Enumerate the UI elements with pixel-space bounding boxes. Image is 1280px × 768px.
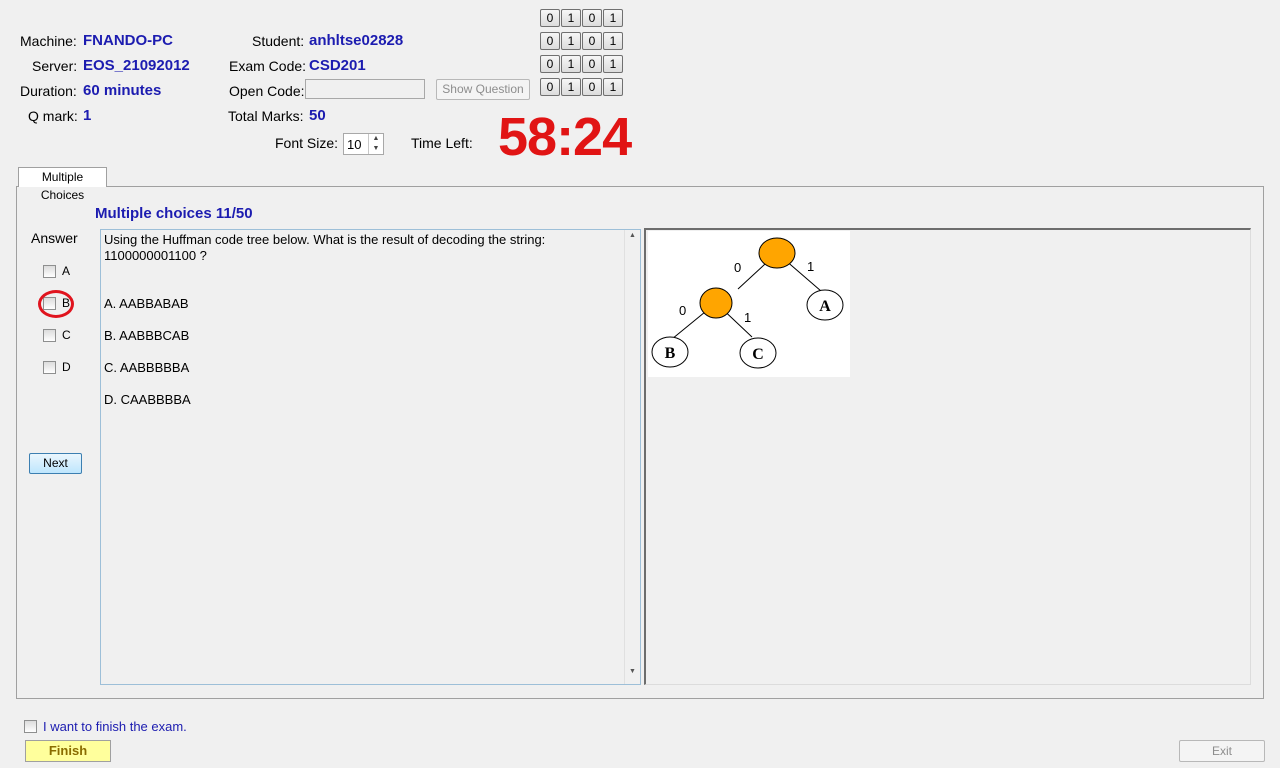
time-left-label: Time Left: <box>411 135 473 151</box>
exam-code-value: CSD201 <box>309 57 366 74</box>
finish-exam-row[interactable]: I want to finish the exam. <box>24 719 187 734</box>
edge-label: 0 <box>679 303 686 318</box>
bit-row-1: 0 1 0 1 <box>540 9 623 27</box>
font-size-label: Font Size: <box>275 135 339 151</box>
duration-value: 60 minutes <box>83 82 162 99</box>
student-value: anhltse02828 <box>309 32 404 49</box>
open-code-label: Open Code: <box>229 83 305 99</box>
student-label: Student: <box>252 33 305 49</box>
question-title: Multiple choices 11/50 <box>95 205 253 222</box>
red-circle-annotation <box>38 290 74 318</box>
bit-button[interactable]: 0 <box>582 32 602 50</box>
edge-label: 0 <box>734 260 741 275</box>
chevron-down-icon[interactable]: ▼ <box>369 144 383 154</box>
bit-button[interactable]: 0 <box>582 78 602 96</box>
answer-option-c[interactable]: C <box>43 328 71 342</box>
checkbox[interactable] <box>43 328 56 342</box>
edge-label: 1 <box>807 259 814 274</box>
time-left-timer: 58:24 <box>498 107 632 167</box>
tab-multiple-choices[interactable]: Multiple Choices <box>18 167 107 202</box>
finish-button[interactable]: Finish <box>25 740 111 762</box>
leaf-label: A <box>819 298 831 315</box>
answer-label: Answer <box>31 230 78 246</box>
tree-root-node <box>758 237 796 269</box>
total-marks-label: Total Marks: <box>228 108 304 124</box>
question-option-b: B. AABBBCAB <box>104 328 190 343</box>
question-text-box[interactable]: Using the Huffman code tree below. What … <box>100 229 641 685</box>
font-size-value: 10 <box>347 137 362 152</box>
answer-option-label: C <box>62 328 71 342</box>
leaf-label: C <box>752 346 764 363</box>
bit-button[interactable]: 1 <box>561 78 581 96</box>
bit-button[interactable]: 0 <box>540 55 560 73</box>
bit-button[interactable]: 1 <box>561 55 581 73</box>
exam-code-label: Exam Code: <box>229 58 307 74</box>
bit-button[interactable]: 0 <box>540 9 560 27</box>
question-text: Using the Huffman code tree below. What … <box>104 232 604 264</box>
bit-button[interactable]: 1 <box>561 32 581 50</box>
answer-option-d[interactable]: D <box>43 360 71 374</box>
total-marks-value: 50 <box>309 107 326 124</box>
vertical-scrollbar[interactable]: ▲ ▼ <box>624 230 640 684</box>
question-text-line-1: Using the Huffman code tree below. What … <box>104 232 546 247</box>
bit-row-4: 0 1 0 1 <box>540 78 623 96</box>
bit-row-2: 0 1 0 1 <box>540 32 623 50</box>
tree-internal-node <box>699 287 733 319</box>
open-code-input[interactable] <box>305 79 425 99</box>
answer-option-label: D <box>62 360 71 374</box>
exit-button[interactable]: Exit <box>1179 740 1265 762</box>
server-label: Server: <box>32 58 78 74</box>
machine-label: Machine: <box>20 33 77 49</box>
font-size-stepper[interactable]: 10 ▲ ▼ <box>343 133 384 155</box>
checkbox[interactable] <box>43 360 56 374</box>
bit-button[interactable]: 1 <box>561 9 581 27</box>
bit-button[interactable]: 1 <box>603 9 623 27</box>
scroll-down-icon[interactable]: ▼ <box>625 668 640 682</box>
duration-label: Duration: <box>20 83 77 99</box>
bit-button[interactable]: 1 <box>603 32 623 50</box>
checkbox[interactable] <box>43 264 56 278</box>
bit-button[interactable]: 1 <box>603 55 623 73</box>
bit-button[interactable]: 0 <box>582 55 602 73</box>
answer-option-a[interactable]: A <box>43 264 70 278</box>
bit-button[interactable]: 0 <box>540 78 560 96</box>
question-option-a: A. AABBABAB <box>104 296 189 311</box>
question-text-line-2: 1100000001100 ? <box>104 248 207 263</box>
qmark-value: 1 <box>83 107 92 124</box>
question-image-box: 0 1 0 1 A B C <box>644 228 1251 685</box>
finish-exam-checkbox[interactable] <box>24 720 37 733</box>
bit-row-3: 0 1 0 1 <box>540 55 623 73</box>
server-value: EOS_21092012 <box>83 57 190 74</box>
show-question-button[interactable]: Show Question <box>436 79 530 100</box>
bit-button[interactable]: 0 <box>540 32 560 50</box>
edge-label: 1 <box>744 310 751 325</box>
huffman-tree-diagram: 0 1 0 1 A B C <box>648 231 850 377</box>
leaf-label: B <box>665 345 676 362</box>
next-button[interactable]: Next <box>29 453 82 474</box>
bit-button[interactable]: 1 <box>603 78 623 96</box>
answer-option-label: A <box>62 264 71 278</box>
finish-exam-label: I want to finish the exam. <box>43 719 187 734</box>
scroll-up-icon[interactable]: ▲ <box>625 232 640 246</box>
question-option-c: C. AABBBBBA <box>104 360 190 375</box>
machine-value: FNANDO-PC <box>83 32 173 49</box>
bit-button[interactable]: 0 <box>582 9 602 27</box>
qmark-label: Q mark: <box>28 108 78 124</box>
chevron-up-icon[interactable]: ▲ <box>369 134 383 144</box>
question-option-d: D. CAABBBBA <box>104 392 191 407</box>
